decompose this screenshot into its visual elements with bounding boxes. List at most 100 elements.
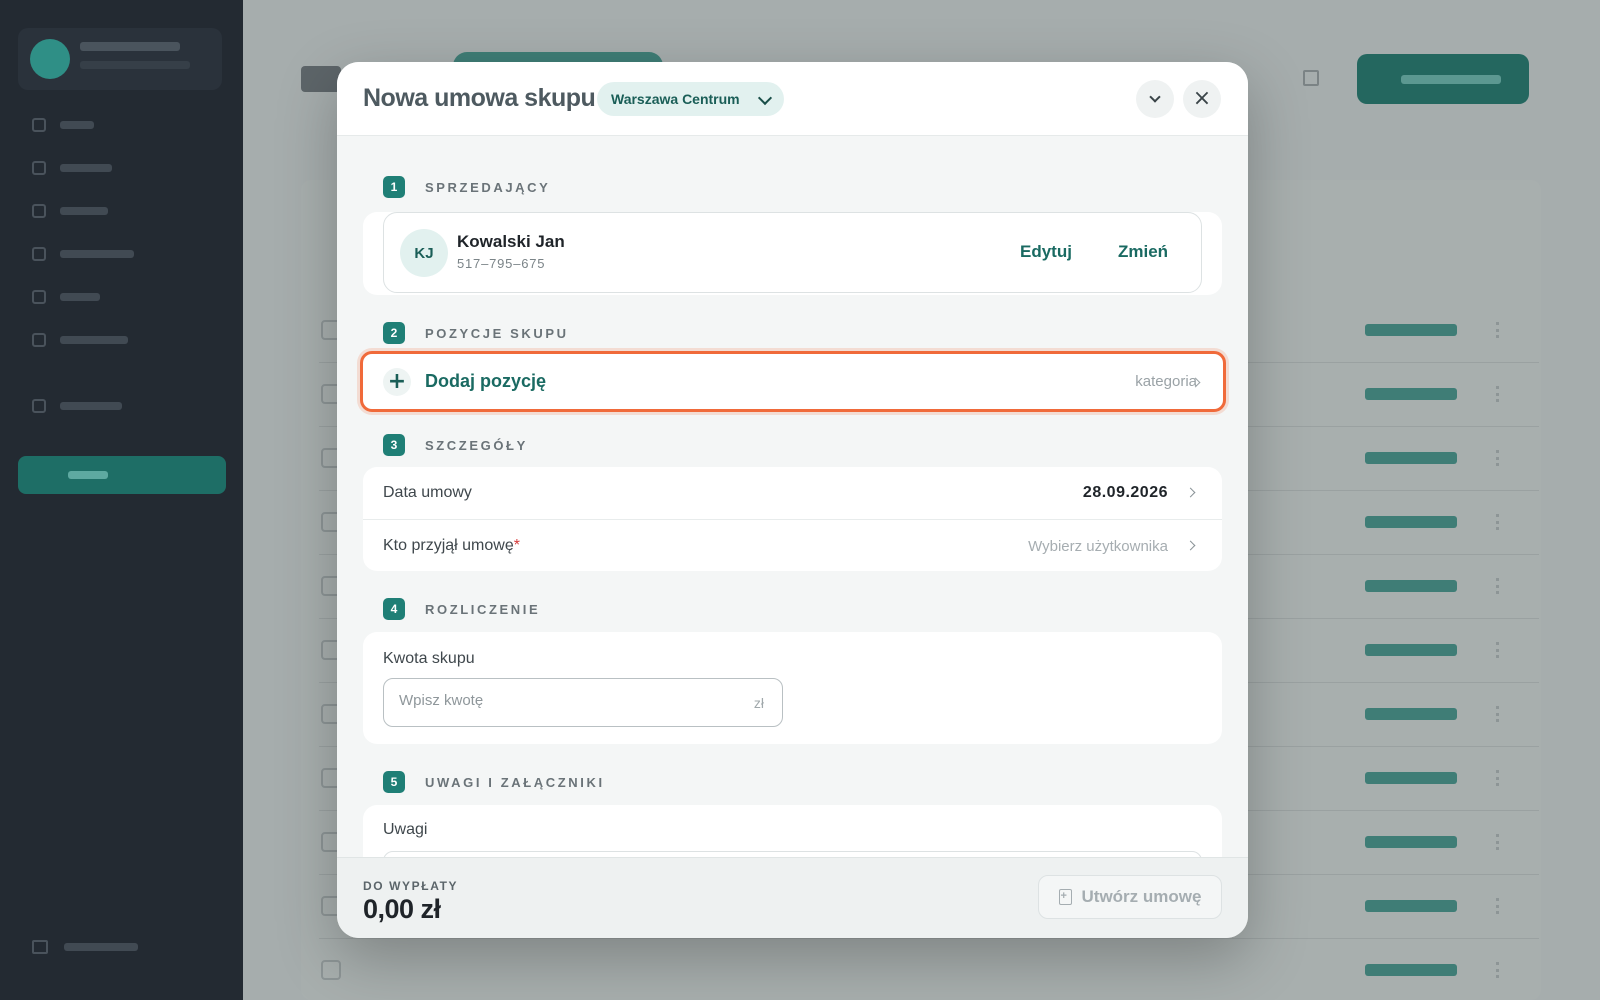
nav-icon [32,161,46,175]
plus-icon: + [383,368,411,396]
purchase-amount-input[interactable] [399,692,719,709]
sidebar-item-active [18,456,226,494]
logout-icon [32,940,48,954]
accepted-by-placeholder: Wybierz użytkownika [1028,538,1168,555]
branch-label: Warszawa Centrum [611,91,740,107]
close-icon: × [1192,86,1212,111]
sidebar-item [32,290,100,304]
row-amount-placeholder [1365,580,1457,592]
section-title: POZYCJE SKUPU [425,325,569,341]
section-seller-header: 1 SPRZEDAJĄCY [383,176,550,198]
accepted-by-label: Kto przyjął umowę* [383,537,520,554]
row-amount-placeholder [1365,324,1457,336]
category-hint: kategoria [1135,373,1197,390]
nav-icon [32,118,46,132]
more-icon [1496,322,1500,338]
document-add-icon [1058,889,1072,905]
more-icon [1496,578,1500,594]
seller-card: KJ Kowalski Jan 517–795–675 Edytuj Zmień [363,212,1222,295]
section-positions-header: 2 POZYCJE SKUPU [383,322,569,344]
create-contract-label: Utwórz umowę [1081,887,1202,906]
row-checkbox-placeholder [321,960,341,980]
filter-icon [1303,70,1319,86]
sidebar-user-name-placeholder [80,42,180,51]
row-amount-placeholder [1365,516,1457,528]
more-icon [1496,514,1500,530]
nav-icon [32,290,46,304]
details-card: Data umowy 28.09.2026 Kto przyjął umowę*… [363,467,1222,571]
contract-date-value: 28.09.2026 [1082,484,1168,501]
branch-selector[interactable]: Warszawa Centrum [597,82,784,116]
avatar [30,39,70,79]
more-icon [1496,706,1500,722]
row-amount-placeholder [1365,644,1457,656]
sidebar-user-card [18,28,222,90]
add-position-button[interactable]: + Dodaj pozycję kategoria [360,351,1226,412]
seller-details: KJ Kowalski Jan 517–795–675 Edytuj Zmień [383,212,1202,293]
row-amount-placeholder [1365,452,1457,464]
section-settlement-header: 4 ROZLICZENIE [383,598,540,620]
notes-label: Uwagi [383,821,428,838]
row-amount-placeholder [1365,964,1457,976]
row-amount-placeholder [1365,388,1457,400]
nav-icon [32,204,46,218]
more-icon [1496,834,1500,850]
required-marker: * [513,537,520,554]
seller-phone: 517–795–675 [457,256,546,271]
modal-header: Nowa umowa skupu Warszawa Centrum × [337,62,1248,136]
chevron-down-icon [1149,91,1161,103]
more-icon [1496,642,1500,658]
modal-footer: DO WYPŁATY 0,00 zł Utwórz umowę [337,857,1248,938]
sidebar-item [32,333,128,347]
sidebar-logout [32,940,138,954]
sidebar-item [32,204,108,218]
nav-icon [32,247,46,261]
section-number: 1 [383,176,405,198]
accepted-by-row[interactable]: Kto przyjął umowę* Wybierz użytkownika [363,519,1222,571]
section-title: SZCZEGÓŁY [425,437,528,453]
more-icon [1496,770,1500,786]
section-title: UWAGI I ZAŁĄCZNIKI [425,774,605,790]
contract-date-row[interactable]: Data umowy 28.09.2026 [363,467,1222,519]
more-icon [1496,898,1500,914]
purchase-amount-label: Kwota skupu [383,650,475,667]
edit-seller-button[interactable]: Edytuj [1020,242,1072,262]
change-seller-button[interactable]: Zmień [1118,242,1168,262]
section-title: ROZLICZENIE [425,601,541,617]
new-purchase-contract-modal: Nowa umowa skupu Warszawa Centrum × 1 SP… [337,62,1248,938]
nav-icon [32,333,46,347]
section-notes-header: 5 UWAGI I ZAŁĄCZNIKI [383,771,605,793]
close-button[interactable]: × [1183,80,1221,118]
add-position-label: Dodaj pozycję [425,371,547,391]
create-contract-button[interactable]: Utwórz umowę [1038,875,1222,919]
payout-amount: 0,00 zł [363,894,441,924]
sidebar-item [32,161,112,175]
currency-unit: zł [753,695,764,711]
purchase-amount-field[interactable]: zł [383,678,783,727]
sidebar-item [32,247,134,261]
row-amount-placeholder [1365,836,1457,848]
chevron-right-icon [1185,540,1196,551]
sidebar-user-role-placeholder [80,61,190,69]
more-icon [1496,450,1500,466]
row-amount-placeholder [1365,772,1457,784]
more-icon [1496,962,1500,978]
nav-icon [32,399,46,413]
chevron-down-icon [757,90,772,106]
contract-date-label: Data umowy [383,484,472,501]
section-number: 4 [383,598,405,620]
notes-card: Uwagi [363,805,1222,871]
collapse-button[interactable] [1136,80,1174,118]
seller-avatar: KJ [400,229,448,277]
settlement-card: Kwota skupu zł [363,632,1222,744]
section-title: SPRZEDAJĄCY [425,179,551,195]
row-amount-placeholder [1365,900,1457,912]
seller-name: Kowalski Jan [457,232,565,251]
sidebar-item [32,399,122,413]
section-details-header: 3 SZCZEGÓŁY [383,434,528,456]
section-number: 5 [383,771,405,793]
page-title-placeholder [301,66,341,92]
section-number: 2 [383,322,405,344]
sidebar-item [32,118,94,132]
more-icon [1496,386,1500,402]
